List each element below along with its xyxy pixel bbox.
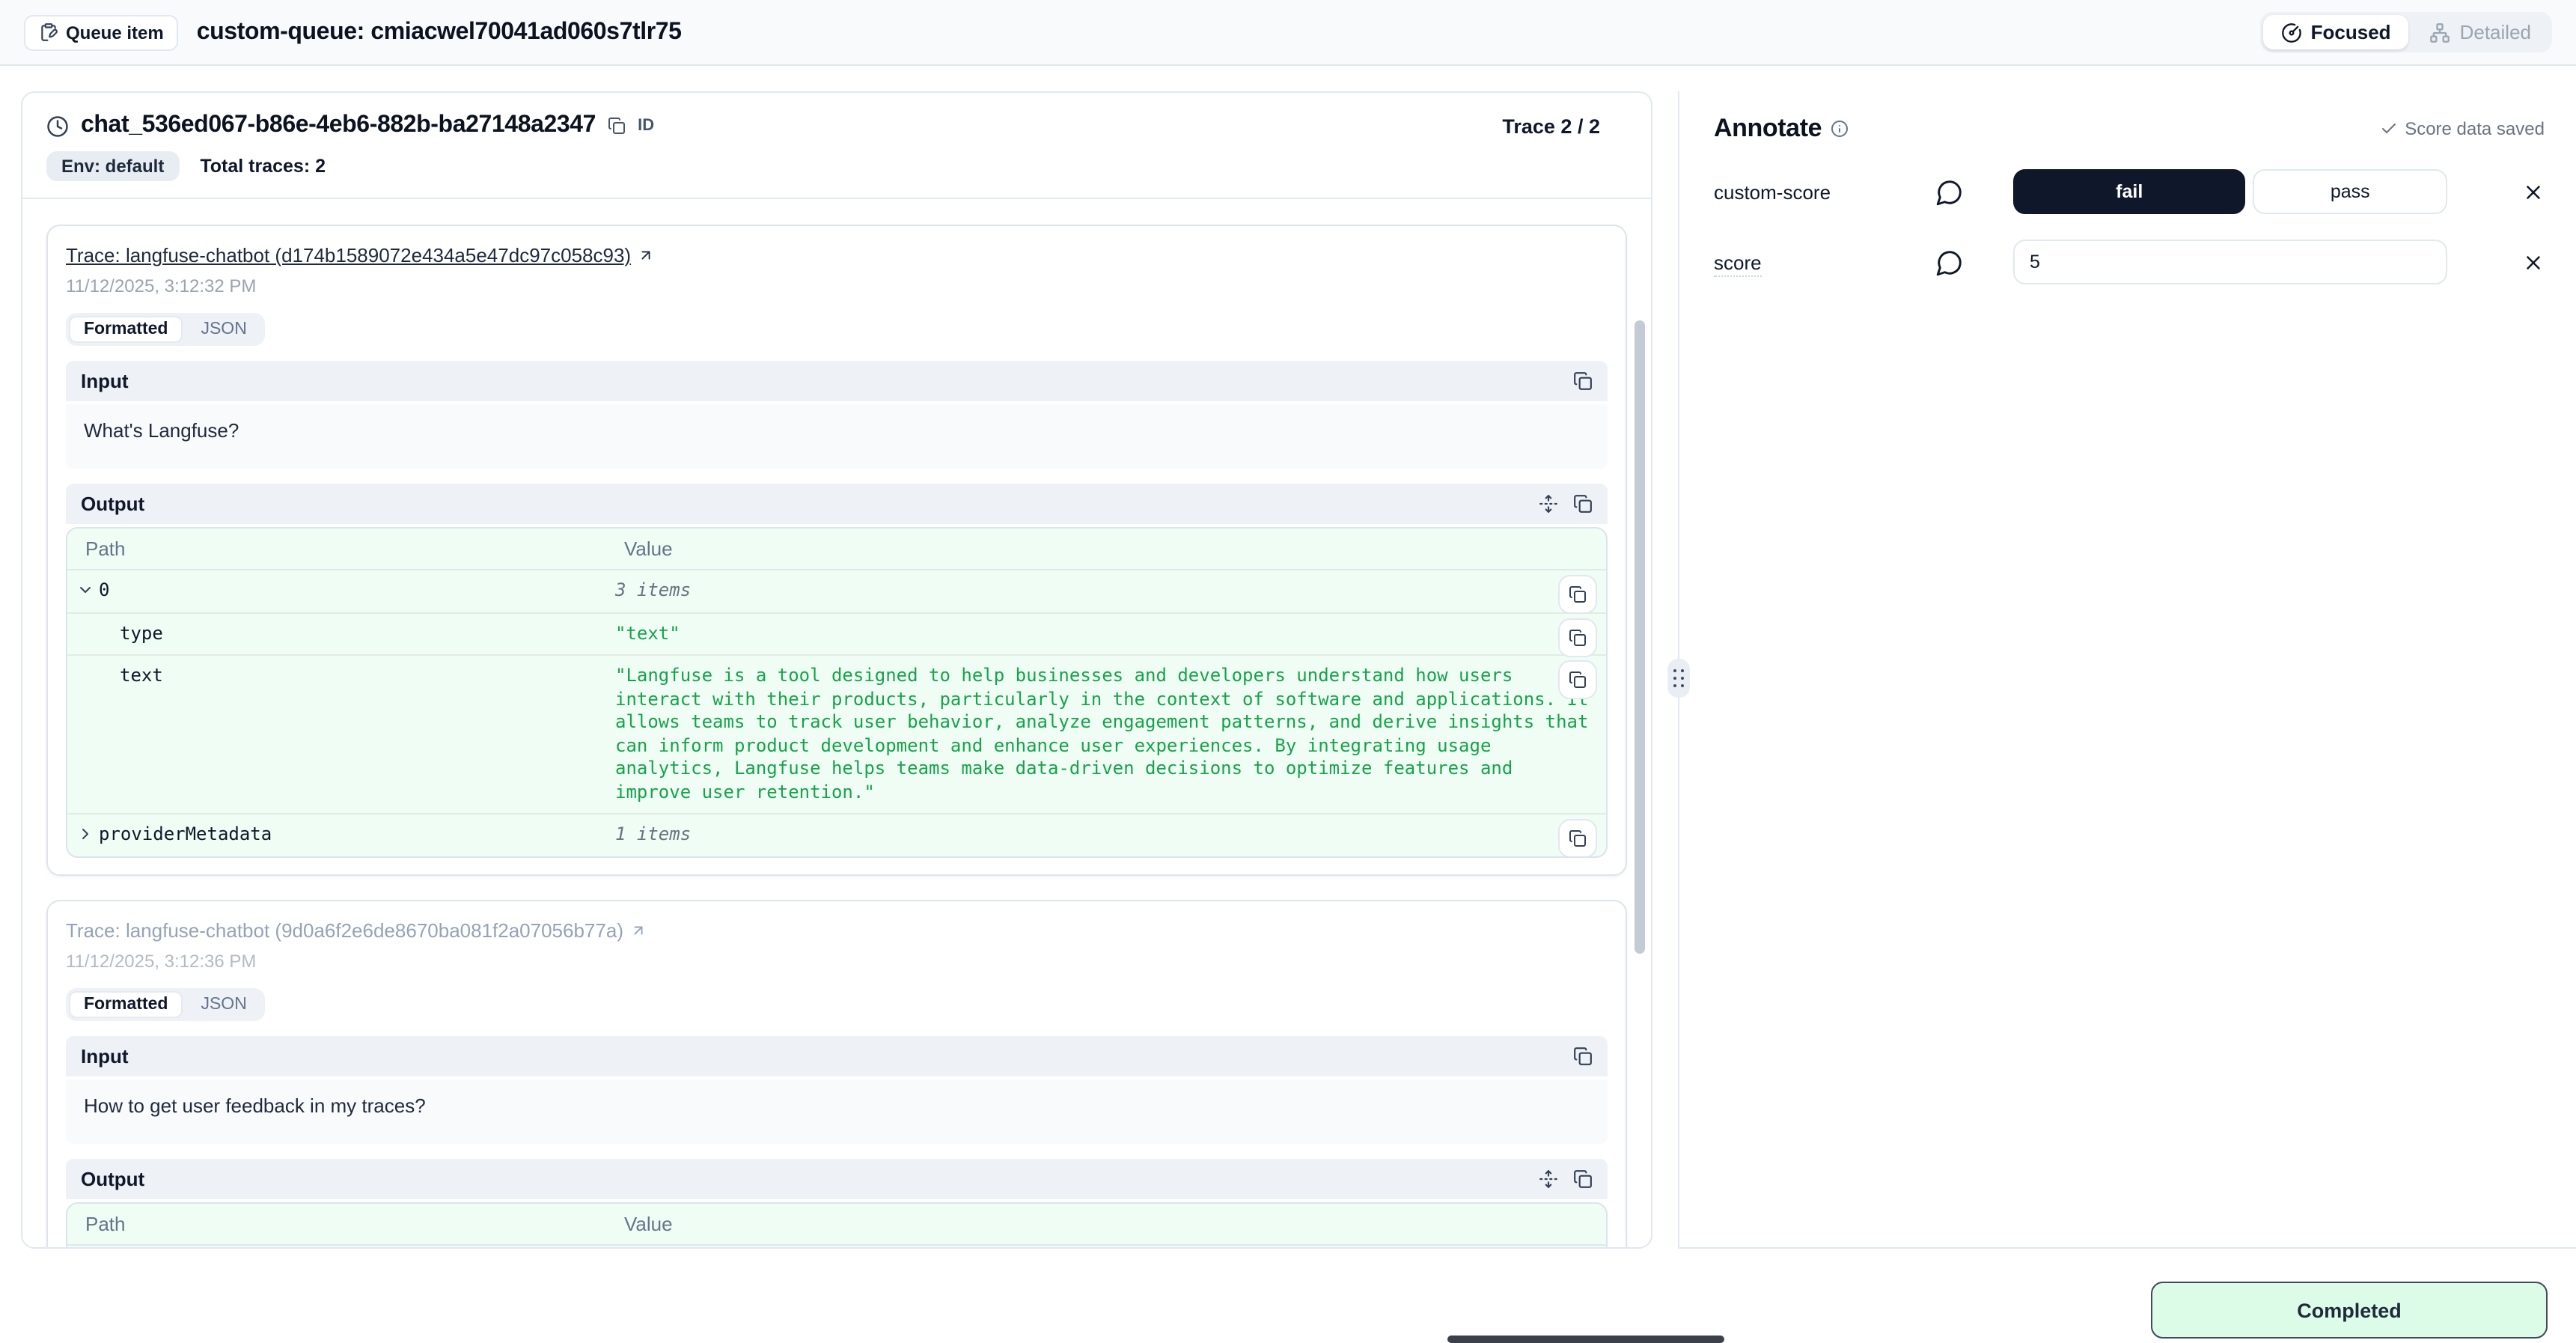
tab-json[interactable]: JSON bbox=[186, 316, 261, 343]
copy-output-button[interactable] bbox=[1573, 494, 1593, 514]
comment-icon[interactable] bbox=[1935, 248, 1971, 276]
copy-row-button[interactable] bbox=[1558, 618, 1597, 657]
save-status-label: Score data saved bbox=[2405, 118, 2545, 139]
score-row-score: score bbox=[1714, 240, 2545, 284]
output-label: Output bbox=[81, 1167, 144, 1190]
tab-json[interactable]: JSON bbox=[186, 990, 261, 1017]
column-header-path: Path bbox=[67, 1203, 606, 1243]
score-option-pass[interactable]: pass bbox=[2253, 169, 2447, 214]
annotate-panel: Annotate Score data saved custom-score f… bbox=[1679, 91, 2576, 1249]
page-title: custom-queue: cmiacwel70041ad060s7tlr75 bbox=[197, 19, 682, 46]
info-icon[interactable] bbox=[1831, 120, 1849, 138]
input-section-header: Input bbox=[66, 361, 1608, 401]
json-path: type bbox=[120, 622, 163, 643]
column-header-path: Path bbox=[67, 529, 606, 569]
column-header-value: Value bbox=[606, 1203, 1606, 1243]
annotate-title: Annotate bbox=[1714, 114, 1822, 144]
queue-item-badge-label: Queue item bbox=[66, 22, 164, 43]
chevron-down-icon[interactable] bbox=[76, 581, 94, 599]
trace-link[interactable]: Trace: langfuse-chatbot (9d0a6f2e6de8670… bbox=[66, 919, 646, 941]
format-toggle: Formatted JSON bbox=[66, 313, 265, 346]
detailed-view-label: Detailed bbox=[2460, 21, 2531, 43]
detailed-view-button[interactable]: Detailed bbox=[2412, 15, 2549, 49]
queue-item-panel: chat_536ed067-b86e-4eb6-882b-ba27148a234… bbox=[21, 91, 1652, 1249]
input-label: Input bbox=[81, 1044, 129, 1067]
json-path: providerMetadata bbox=[99, 823, 272, 844]
external-link-icon bbox=[637, 247, 653, 264]
trace-timestamp: 11/12/2025, 3:12:36 PM bbox=[66, 950, 1608, 971]
input-text: How to get user feedback in my traces? bbox=[66, 1079, 1608, 1143]
json-value: "text" bbox=[606, 613, 1606, 654]
json-value: 3 items bbox=[606, 570, 1606, 612]
save-status: Score data saved bbox=[2379, 118, 2545, 139]
score-name: score bbox=[1714, 251, 1762, 276]
score-name: custom-score bbox=[1714, 180, 1935, 203]
copy-id-button[interactable] bbox=[608, 117, 626, 135]
focused-view-button[interactable]: Focused bbox=[2263, 15, 2409, 49]
total-traces-label: Total traces: 2 bbox=[200, 156, 326, 177]
copy-row-button[interactable] bbox=[1558, 660, 1597, 699]
copy-row-button[interactable] bbox=[1558, 819, 1597, 857]
json-path: text bbox=[120, 665, 163, 686]
input-section-header: Input bbox=[66, 1035, 1608, 1076]
check-icon bbox=[2379, 120, 2397, 138]
completed-button[interactable]: Completed bbox=[2151, 1282, 2548, 1339]
network-icon bbox=[2430, 22, 2451, 43]
expand-output-button[interactable] bbox=[1539, 1169, 1558, 1188]
trace-link[interactable]: Trace: langfuse-chatbot (d174b1589072e43… bbox=[66, 244, 653, 267]
comment-icon[interactable] bbox=[1935, 177, 1971, 206]
queue-item-header: chat_536ed067-b86e-4eb6-882b-ba27148a234… bbox=[22, 93, 1651, 199]
score-option-fail[interactable]: fail bbox=[2013, 169, 2245, 214]
env-badge: Env: default bbox=[46, 151, 179, 181]
score-input[interactable] bbox=[2013, 240, 2447, 284]
session-title: chat_536ed067-b86e-4eb6-882b-ba27148a234… bbox=[81, 112, 596, 139]
horizontal-scrollbar-thumb[interactable] bbox=[1447, 1336, 1724, 1343]
vertical-scrollbar[interactable] bbox=[1635, 320, 1645, 954]
view-mode-toggle: Focused Detailed bbox=[2260, 12, 2552, 52]
app-window: Queue item custom-queue: cmiacwel70041ad… bbox=[0, 0, 2576, 1343]
table-row: type "text" bbox=[67, 613, 1606, 656]
table-row: providerMetadata 1 items bbox=[67, 814, 1606, 856]
trace-counter: Trace 2 / 2 bbox=[1502, 115, 1600, 137]
json-value: 3 items bbox=[606, 1245, 1606, 1247]
id-label: ID bbox=[638, 117, 654, 135]
trace-card: Trace: langfuse-chatbot (d174b1589072e43… bbox=[46, 225, 1627, 875]
delete-score-icon[interactable] bbox=[2522, 251, 2545, 273]
gauge-icon bbox=[2281, 22, 2302, 43]
output-section-header: Output bbox=[66, 484, 1608, 524]
expand-output-button[interactable] bbox=[1539, 494, 1558, 514]
output-label: Output bbox=[81, 493, 144, 515]
clipboard-pen-icon bbox=[39, 22, 58, 42]
trace-timestamp: 11/12/2025, 3:12:32 PM bbox=[66, 275, 1608, 296]
copy-output-button[interactable] bbox=[1573, 1169, 1593, 1188]
json-value: 1 items bbox=[606, 814, 1606, 856]
delete-score-icon[interactable] bbox=[2522, 180, 2545, 203]
json-value: "Langfuse is a tool designed to help bus… bbox=[606, 656, 1606, 813]
queue-item-badge: Queue item bbox=[24, 14, 179, 50]
top-bar: Queue item custom-queue: cmiacwel70041ad… bbox=[0, 0, 2576, 66]
copy-input-button[interactable] bbox=[1573, 371, 1593, 391]
input-text: What's Langfuse? bbox=[66, 404, 1608, 469]
copy-row-button[interactable] bbox=[1558, 575, 1597, 614]
copy-input-button[interactable] bbox=[1573, 1046, 1593, 1065]
table-row: text "Langfuse is a tool designed to hel… bbox=[67, 656, 1606, 814]
output-json-table: Path Value 0 3 items bbox=[66, 527, 1608, 857]
trace-card: Trace: langfuse-chatbot (9d0a6f2e6de8670… bbox=[46, 899, 1627, 1247]
score-row-custom-score: custom-score fail pass bbox=[1714, 169, 2545, 214]
output-json-table: Path Value 0 3 items bbox=[66, 1202, 1608, 1247]
column-header-value: Value bbox=[606, 529, 1606, 569]
output-section-header: Output bbox=[66, 1158, 1608, 1199]
chevron-right-icon[interactable] bbox=[76, 825, 94, 843]
table-row: 0 3 items bbox=[67, 570, 1606, 613]
tab-formatted[interactable]: Formatted bbox=[69, 990, 183, 1017]
focused-view-label: Focused bbox=[2311, 21, 2391, 43]
json-path: 0 bbox=[99, 579, 109, 600]
input-label: Input bbox=[81, 370, 129, 392]
external-link-icon bbox=[629, 922, 646, 938]
clock-icon bbox=[46, 115, 69, 137]
format-toggle: Formatted JSON bbox=[66, 987, 265, 1020]
tab-formatted[interactable]: Formatted bbox=[69, 316, 183, 343]
traces-scroll-area[interactable]: Trace: langfuse-chatbot (d174b1589072e43… bbox=[22, 199, 1651, 1247]
table-row: 0 3 items bbox=[67, 1245, 1606, 1247]
